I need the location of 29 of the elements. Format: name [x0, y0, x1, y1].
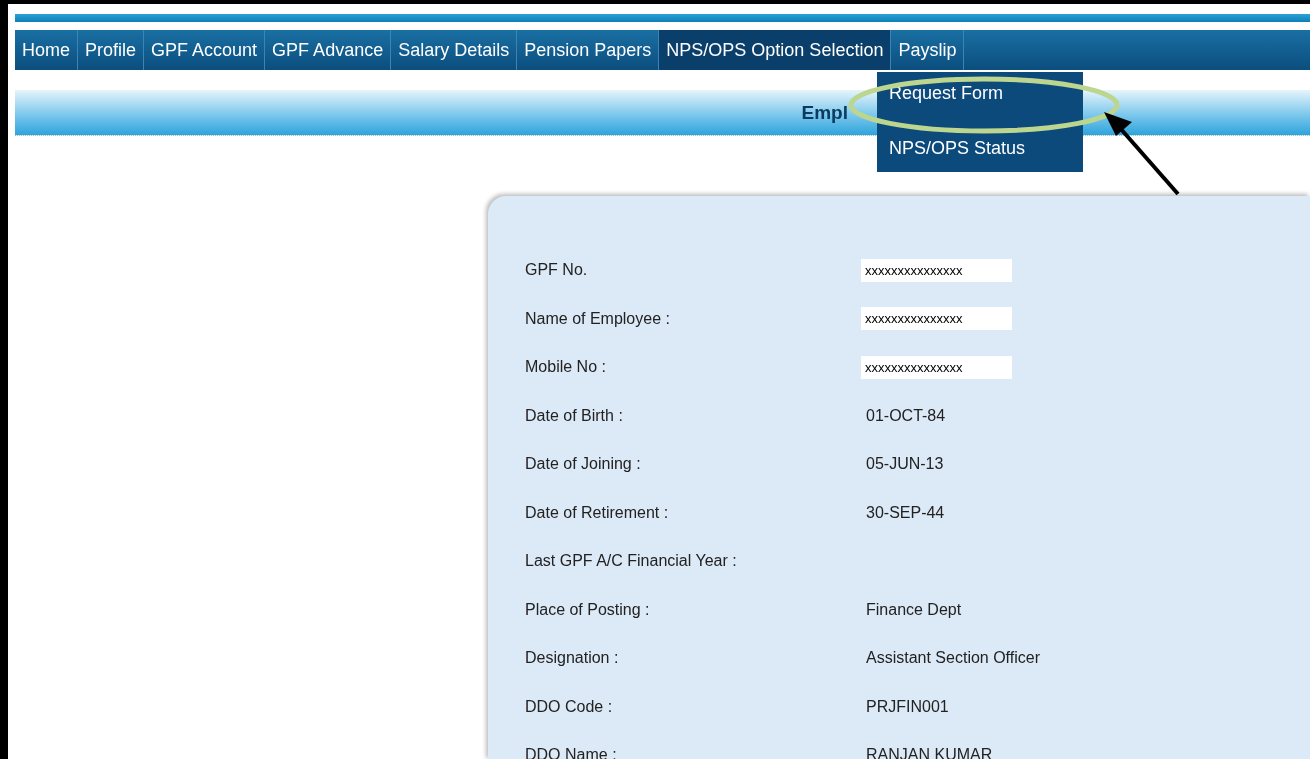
nav-tab[interactable]: Profile — [78, 30, 145, 70]
page-title: Empl — [801, 101, 848, 124]
field-value: 30-SEP-44 — [865, 503, 945, 522]
nav-tab[interactable]: NPS/OPS Option Selection — [659, 30, 892, 70]
nav-tab[interactable]: Home — [15, 30, 78, 70]
field-label: Mobile No : — [525, 358, 607, 377]
nav-tab[interactable]: Payslip — [891, 30, 965, 70]
input-field[interactable]: xxxxxxxxxxxxxxx — [861, 258, 1012, 282]
field-value: Finance Dept — [865, 600, 962, 619]
menu-item[interactable]: Request Form — [877, 76, 1083, 111]
menu-item[interactable]: NPS/OPS Status — [877, 131, 1083, 166]
field-label: Designation : — [525, 649, 620, 668]
field-value: Assistant Section Officer — [865, 649, 1040, 668]
field-label: Date of Joining : — [525, 455, 642, 474]
field-label: Date of Retirement : — [525, 503, 670, 522]
field-value: PRJFIN001 — [865, 697, 949, 716]
field-label: Name of Employee : — [525, 309, 671, 328]
input-field[interactable]: xxxxxxxxxxxxxxx — [861, 355, 1012, 379]
field-label: Place of Posting : — [525, 600, 651, 619]
nav-tab[interactable]: GPF Account — [144, 30, 266, 70]
field-label: GPF No. — [525, 261, 589, 280]
field-label: Last GPF A/C Financial Year : — [525, 552, 738, 571]
field-label: Date of Birth : — [525, 406, 624, 425]
nav-tab[interactable]: GPF Advance — [265, 30, 392, 70]
field-value: 01-OCT-84 — [865, 406, 946, 425]
nav-tab[interactable]: Salary Details — [391, 30, 518, 70]
field-value: 05-JUN-13 — [865, 455, 944, 474]
input-field[interactable]: xxxxxxxxxxxxxxx — [861, 307, 1012, 331]
field-label: DDO Code : — [525, 697, 614, 716]
